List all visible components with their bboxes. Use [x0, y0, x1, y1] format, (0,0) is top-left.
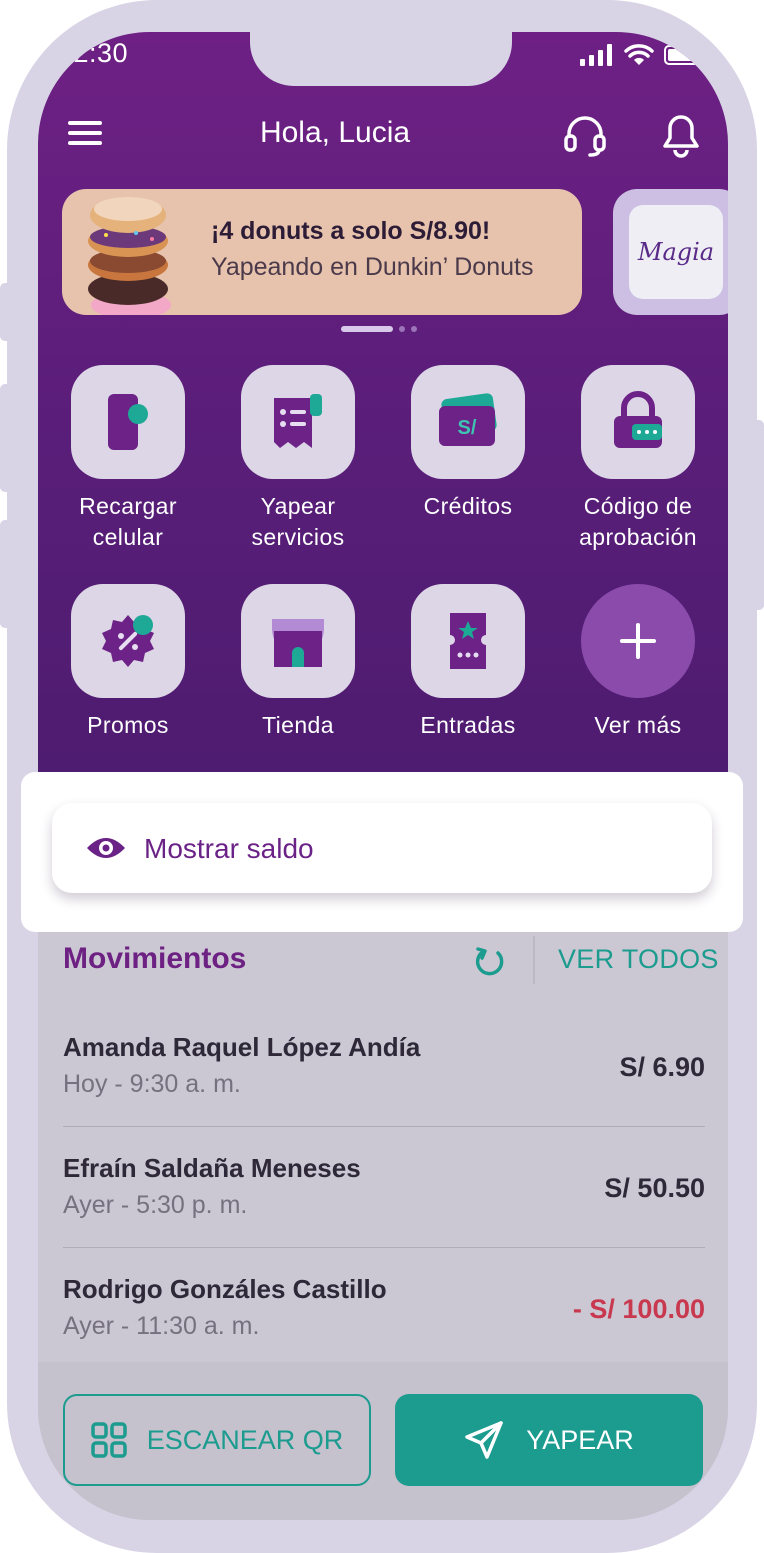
movement-name: Amanda Raquel López Andía: [63, 1032, 421, 1062]
phone-recharge-icon: [71, 365, 185, 479]
donuts-image: [88, 197, 171, 315]
ticket-icon: [411, 584, 525, 698]
service-recargar-celular[interactable]: Recargar celular: [43, 365, 213, 553]
scan-qr-label: ESCANEAR QR: [146, 1424, 344, 1455]
yapear-label: YAPEAR: [526, 1424, 634, 1455]
service-label-line1: Créditos: [423, 493, 513, 519]
service-label-line1: Entradas: [420, 712, 516, 738]
movement-date: Hoy - 9:30 a. m.: [63, 1070, 241, 1098]
show-balance-label: Mostrar saldo: [144, 833, 314, 864]
service-creditos[interactable]: S/ Créditos: [383, 365, 553, 522]
discount-badge-icon: [71, 584, 185, 698]
carousel-dot: [411, 326, 417, 332]
store-icon: [241, 584, 355, 698]
service-promos[interactable]: Promos: [43, 584, 213, 741]
movement-name: Efraín Saldaña Meneses: [63, 1153, 361, 1183]
movement-amount: S/ 6.90: [619, 1052, 705, 1082]
status-time: 12:30: [58, 38, 129, 68]
service-label-line1: Promos: [87, 712, 169, 738]
service-label-line2: aprobación: [579, 524, 697, 550]
movement-name: Rodrigo Gonzáles Castillo: [63, 1274, 387, 1304]
header-divider: [533, 936, 535, 984]
magia-logo: Magia: [629, 205, 723, 299]
plus-icon: [581, 584, 695, 698]
battery-icon: [664, 45, 704, 65]
movements-title: Movimientos: [63, 942, 247, 975]
signal-icon: [580, 44, 612, 66]
movement-row[interactable]: Efraín Saldaña Meneses Ayer - 5:30 p. m.…: [63, 1153, 705, 1273]
qr-code-icon: [90, 1422, 127, 1458]
row-divider: [63, 1247, 705, 1248]
service-label-line1: Tienda: [262, 712, 334, 738]
service-label-line1: Yapear: [260, 493, 336, 519]
service-entradas[interactable]: Entradas: [383, 584, 553, 741]
service-label-line1: Recargar: [79, 493, 177, 519]
header-area: 12:30 Hola, Lucia ¡4 donuts a solo S/8.9…: [38, 32, 728, 772]
support-headset-icon[interactable]: [562, 112, 608, 158]
receipt-icon: [241, 365, 355, 479]
money-card-icon: S/: [411, 365, 525, 479]
service-label-line1: Código de: [583, 493, 693, 519]
status-icons: [580, 44, 704, 66]
magia-logo-text: Magia: [637, 238, 715, 266]
movement-date: Ayer - 11:30 a. m.: [63, 1312, 260, 1340]
see-all-link[interactable]: VER TODOS: [558, 944, 719, 975]
movement-amount: S/ 50.50: [604, 1173, 705, 1203]
scan-qr-button[interactable]: ESCANEAR QR: [63, 1394, 371, 1486]
show-balance-button[interactable]: Mostrar saldo: [52, 803, 712, 893]
greeting-title: Hola, Lucia: [259, 116, 411, 149]
svg-text:S/: S/: [458, 417, 477, 439]
service-codigo-aprobacion[interactable]: Código de aprobación: [553, 365, 723, 553]
row-divider: [63, 1126, 705, 1127]
yapear-button[interactable]: YAPEAR: [395, 1394, 703, 1486]
notifications-bell-icon[interactable]: [660, 112, 702, 158]
refresh-icon[interactable]: [472, 943, 508, 979]
power-button: [754, 420, 764, 610]
service-yapear-servicios[interactable]: Yapear servicios: [213, 365, 383, 553]
movement-date: Ayer - 5:30 p. m.: [63, 1191, 248, 1219]
service-label-line2: celular: [92, 524, 164, 550]
service-label-line2: servicios: [251, 524, 345, 550]
service-ver-mas[interactable]: Ver más: [553, 584, 723, 741]
wifi-icon: [624, 44, 654, 65]
mute-switch: [0, 283, 10, 341]
banner-subtitle: Yapeando en Dunkin’ Donuts: [211, 253, 534, 281]
service-tienda[interactable]: Tienda: [213, 584, 383, 741]
phone-notch: [250, 32, 512, 86]
carousel-dot: [399, 326, 405, 332]
promo-banner-next[interactable]: Magia: [613, 189, 728, 315]
movement-amount-negative: - S/ 100.00: [572, 1294, 705, 1324]
banner-title: ¡4 donuts a solo S/8.90!: [211, 217, 491, 245]
volume-up-button: [0, 384, 10, 492]
volume-down-button: [0, 520, 10, 628]
carousel-indicator: [341, 326, 417, 332]
carousel-dot-active: [341, 326, 393, 332]
send-icon: [465, 1421, 503, 1459]
promo-banner[interactable]: ¡4 donuts a solo S/8.90! Yapeando en Dun…: [62, 189, 582, 315]
movement-row[interactable]: Amanda Raquel López Andía Hoy - 9:30 a. …: [63, 1032, 705, 1152]
service-label-line1: Ver más: [594, 712, 682, 738]
eye-icon: [87, 838, 125, 858]
lock-icon: [581, 365, 695, 479]
